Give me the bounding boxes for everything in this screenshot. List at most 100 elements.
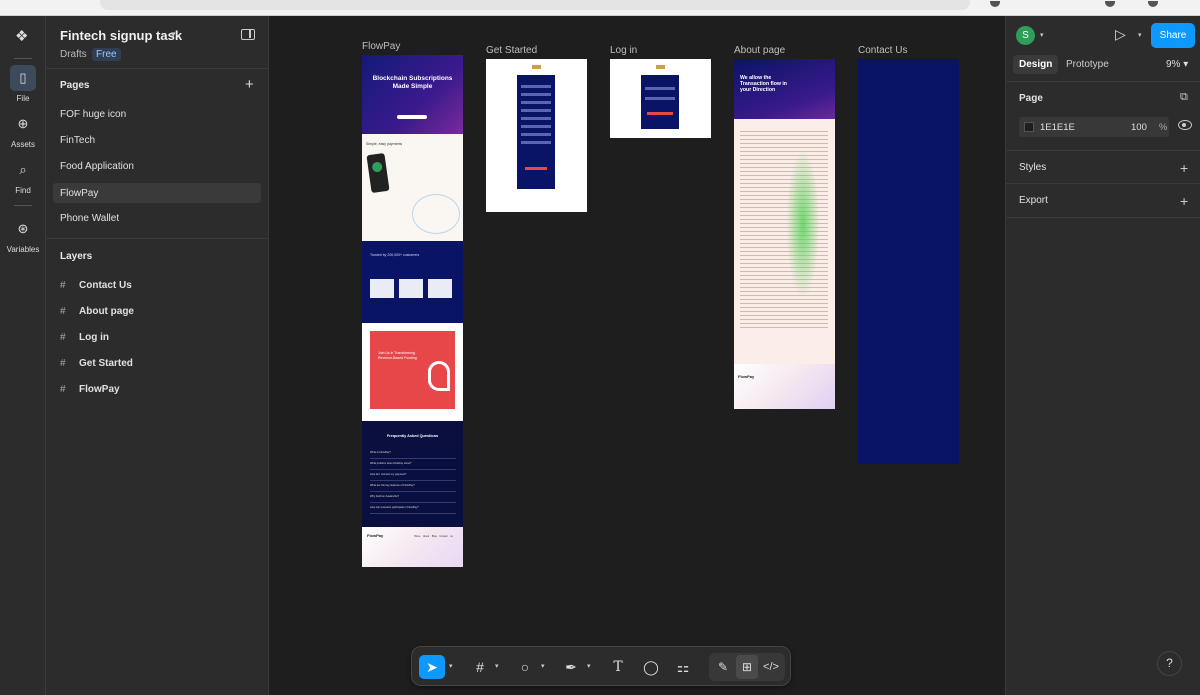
ellipse-tool-icon[interactable]: ○: [515, 655, 535, 679]
footer-nav-item: About: [422, 535, 430, 538]
rail-file-label: File: [16, 94, 30, 103]
rail-file[interactable]: ▯ File: [0, 65, 46, 103]
file-name[interactable]: Fintech signup task: [60, 28, 182, 43]
footer-section: FlowPay Home About Blog Contact us: [362, 527, 463, 567]
actions-tool-icon[interactable]: ⚏: [673, 655, 693, 679]
design-mode-icon[interactable]: ⊞: [736, 655, 758, 679]
layer-item[interactable]: # Get Started: [60, 358, 133, 369]
plan-badge[interactable]: Free: [92, 48, 121, 61]
chevron-down-icon[interactable]: ▾: [1040, 31, 1044, 39]
frame-log-in[interactable]: [610, 59, 711, 138]
page-item-food[interactable]: Food Application: [53, 156, 261, 176]
zoom-level[interactable]: 9% ▾: [1166, 59, 1188, 70]
profile-icon[interactable]: [1148, 1, 1158, 7]
frame-icon: #: [60, 384, 66, 395]
eye-icon[interactable]: [1178, 120, 1192, 130]
comment-tool-icon[interactable]: ◯: [641, 655, 661, 679]
footer-logo: FlowPay: [367, 533, 384, 538]
layer-label: Contact Us: [79, 280, 132, 291]
layer-item[interactable]: # Log in: [60, 332, 109, 343]
faq-item: Why build on Avalanche?: [370, 495, 456, 503]
about-heading: We allow the Transaction flow in your Di…: [740, 75, 787, 94]
rail-find[interactable]: ⌕ Find: [0, 157, 46, 195]
panel-toggle-icon[interactable]: [241, 29, 255, 40]
layer-label: Get Started: [79, 358, 133, 369]
share-button[interactable]: Share: [1151, 23, 1195, 48]
present-icon[interactable]: ▷: [1115, 26, 1126, 43]
style-icon[interactable]: ⧉: [1180, 91, 1188, 104]
add-export-icon[interactable]: +: [1180, 194, 1188, 208]
hero-button: [397, 115, 427, 119]
address-bar[interactable]: [100, 0, 970, 10]
dev-mode-icon[interactable]: </>: [760, 655, 782, 679]
trust-heading: Trusted by 200,000+ customers: [370, 253, 420, 257]
design-canvas[interactable]: FlowPay Get Started Log in About page Co…: [269, 16, 1005, 695]
draw-mode-icon[interactable]: ✎: [712, 655, 734, 679]
rail-find-label: Find: [15, 186, 31, 195]
page-fill-hex[interactable]: 1E1E1E: [1040, 122, 1075, 133]
color-swatch[interactable]: [1024, 122, 1034, 132]
chevron-down-icon[interactable]: ▾: [449, 655, 453, 679]
help-button[interactable]: ?: [1157, 651, 1182, 676]
layer-item[interactable]: # Contact Us: [60, 280, 132, 291]
move-tool-icon[interactable]: ➤: [419, 655, 445, 679]
avatar[interactable]: S: [1016, 26, 1035, 45]
cta-heading: Join Us in Transforming Revenue-Based Fu…: [378, 351, 417, 360]
divider: [46, 68, 269, 69]
chevron-down-icon[interactable]: ▾: [541, 655, 545, 679]
payments-heading: Simple, easy payments: [366, 142, 403, 146]
layer-item[interactable]: # FlowPay: [60, 384, 120, 395]
frame-about[interactable]: We allow the Transaction flow in your Di…: [734, 59, 835, 409]
frame-get-started[interactable]: [486, 59, 587, 212]
browser-icon[interactable]: [990, 1, 1000, 7]
frame-label-about[interactable]: About page: [734, 45, 785, 56]
browser-icon[interactable]: [1105, 1, 1115, 7]
divider: [46, 238, 269, 239]
page-item-flowpay[interactable]: FlowPay: [53, 183, 261, 203]
frame-label-log-in[interactable]: Log in: [610, 45, 637, 56]
page-fill-row[interactable]: 1E1E1E 100 %: [1019, 117, 1169, 137]
logo-icon: [656, 65, 665, 69]
frame-tool-icon[interactable]: #: [470, 655, 490, 679]
page-item-fintech[interactable]: FinTech: [53, 130, 261, 150]
figma-menu-icon[interactable]: ❖: [15, 27, 28, 45]
chevron-down-icon[interactable]: ▾: [495, 655, 499, 679]
text-tool-icon[interactable]: T: [608, 655, 628, 679]
left-panel: Fintech signup task ▾ Drafts Free Pages …: [46, 16, 269, 695]
hero-section: Blockchain Subscriptions Made Simple: [362, 55, 463, 134]
layer-item[interactable]: # About page: [60, 306, 134, 317]
rail-variables[interactable]: ⊛ Variables: [0, 216, 46, 254]
divider: [1006, 217, 1200, 218]
frame-label-flowpay[interactable]: FlowPay: [362, 41, 400, 52]
page-item-fof[interactable]: FOF huge icon: [53, 104, 261, 124]
file-location[interactable]: Drafts: [60, 49, 87, 60]
page-section-heading: Page: [1019, 93, 1043, 104]
tab-design[interactable]: Design: [1013, 55, 1059, 74]
layers-heading: Layers: [60, 251, 93, 262]
frame-label-contact[interactable]: Contact Us: [858, 45, 907, 56]
percent-unit: %: [1159, 122, 1168, 133]
chevron-down-icon[interactable]: ▾: [1138, 31, 1142, 39]
chevron-down-icon[interactable]: ▾: [587, 655, 591, 679]
payments-section: Simple, easy payments: [362, 134, 463, 241]
rail-variables-label: Variables: [6, 245, 40, 254]
rail-assets[interactable]: ⊕ Assets: [0, 111, 46, 149]
divider: [14, 205, 32, 206]
frame-label-get-started[interactable]: Get Started: [486, 45, 537, 56]
frame-icon: #: [60, 306, 66, 317]
divider: [14, 58, 32, 59]
page-item-phone-wallet[interactable]: Phone Wallet: [53, 208, 261, 228]
frame-icon: #: [60, 280, 66, 291]
about-footer-logo: FlowPay: [738, 374, 755, 379]
login-form: [641, 75, 679, 129]
page-fill-opacity[interactable]: 100: [1131, 122, 1147, 133]
add-style-icon[interactable]: +: [1180, 161, 1188, 175]
chevron-down-icon[interactable]: ▾: [171, 29, 176, 40]
tab-prototype[interactable]: Prototype: [1060, 55, 1115, 74]
frame-contact[interactable]: [858, 59, 959, 464]
frame-flowpay[interactable]: Blockchain Subscriptions Made Simple Sim…: [362, 55, 463, 567]
properties-panel: S ▾ ▷ ▾ Share Design Prototype 9% ▾ Page…: [1005, 16, 1200, 695]
pen-tool-icon[interactable]: ✒: [561, 655, 581, 679]
add-page-icon[interactable]: +: [245, 77, 254, 92]
phone-illustration: [366, 152, 390, 194]
